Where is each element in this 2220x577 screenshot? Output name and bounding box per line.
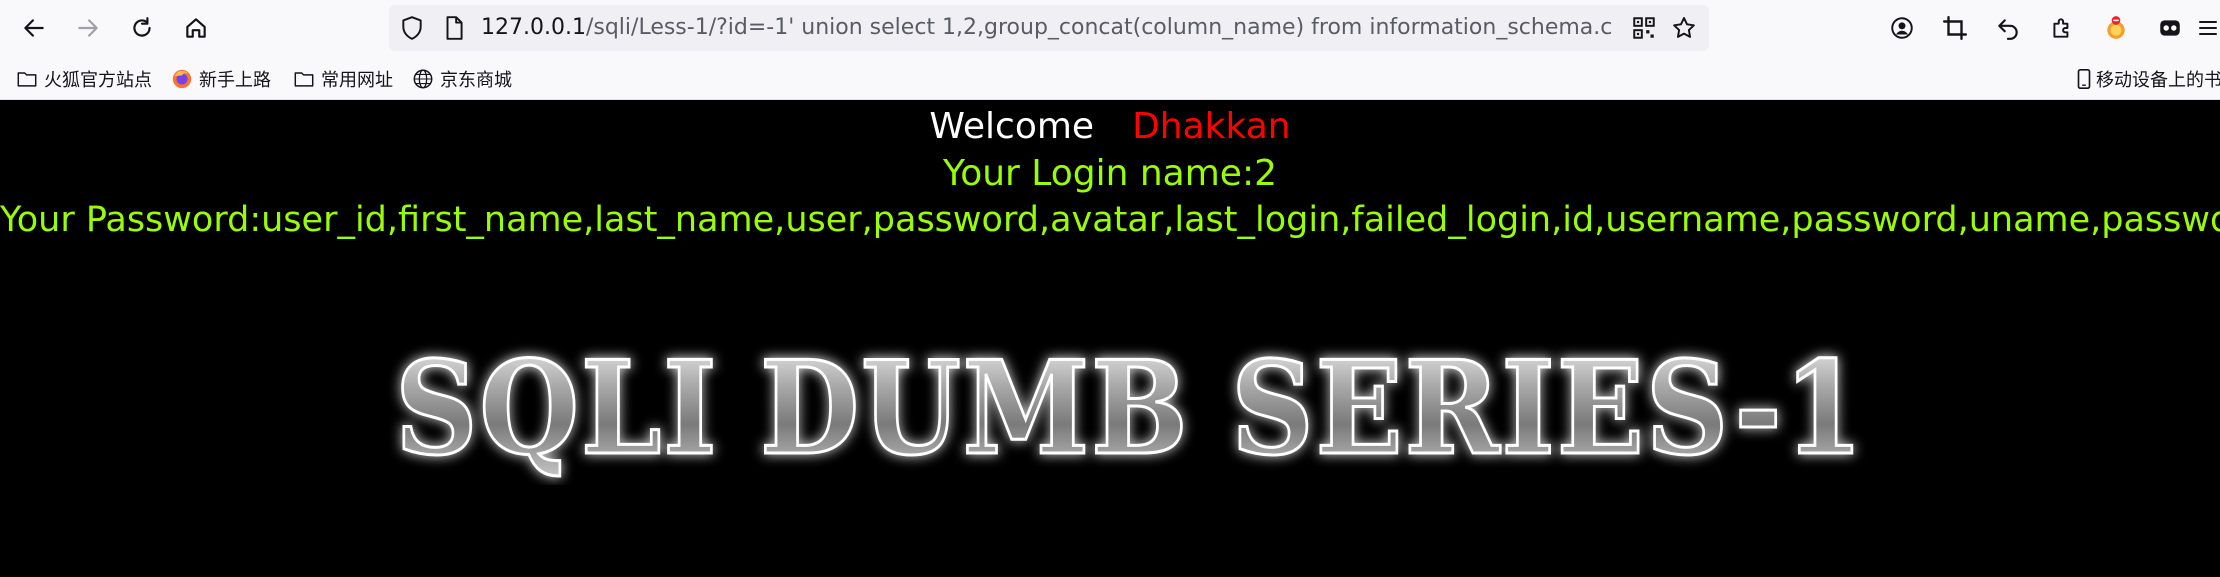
address-bar[interactable]: 127.0.0.1/sqli/Less-1/?id=-1' union sele… bbox=[389, 5, 1709, 51]
menu-icon bbox=[2199, 21, 2217, 35]
page-icon[interactable] bbox=[441, 15, 467, 41]
home-icon bbox=[186, 18, 206, 38]
screenshot-button[interactable] bbox=[1935, 8, 1975, 48]
qr-code-icon[interactable] bbox=[1631, 15, 1657, 41]
url-host: 127.0.0.1 bbox=[481, 15, 586, 40]
url-text[interactable]: 127.0.0.1/sqli/Less-1/?id=-1' union sele… bbox=[481, 5, 1611, 51]
crop-icon bbox=[1942, 15, 1968, 41]
undo-button[interactable] bbox=[1988, 8, 2028, 48]
shield-icon[interactable] bbox=[399, 15, 425, 41]
welcome-line: Welcome Dhakkan bbox=[0, 106, 2220, 147]
bookmark-label: 京东商城 bbox=[440, 70, 512, 91]
puzzle-icon bbox=[2053, 18, 2069, 38]
undo-icon bbox=[1998, 19, 2018, 40]
sqli-dumb-series-banner: SQLI DUMB SERIES-1 bbox=[394, 333, 1865, 486]
firefox-icon bbox=[171, 68, 193, 90]
bookmark-label: 火狐官方站点 bbox=[44, 70, 152, 91]
extension-mask-button[interactable] bbox=[2150, 8, 2190, 48]
browser-toolbar: 127.0.0.1/sqli/Less-1/?id=-1' union sele… bbox=[0, 0, 2220, 56]
login-name-line: Your Login name:2 bbox=[943, 153, 1277, 194]
folder-icon bbox=[16, 68, 38, 90]
globe-icon bbox=[412, 68, 434, 90]
reload-button[interactable] bbox=[122, 8, 162, 48]
extension-fox-button[interactable] bbox=[2096, 8, 2136, 48]
mask-extension-icon bbox=[2160, 20, 2180, 36]
menu-button[interactable] bbox=[2196, 8, 2220, 48]
bookmark-label: 常用网址 bbox=[321, 70, 393, 91]
mobile-device-icon bbox=[2076, 68, 2092, 90]
forward-button[interactable] bbox=[68, 8, 108, 48]
back-button[interactable] bbox=[14, 8, 54, 48]
user-name: Dhakkan bbox=[1132, 106, 1291, 147]
welcome-text: Welcome bbox=[929, 106, 1095, 147]
star-icon[interactable] bbox=[1671, 15, 1697, 41]
bookmark-getting-started[interactable]: 新手上路 bbox=[171, 65, 271, 93]
password-line: Your Password:user_id,first_name,last_na… bbox=[0, 200, 2220, 240]
fox-extension-icon bbox=[2107, 16, 2125, 39]
mobile-bookmarks-label: 移动设备上的书 bbox=[2096, 70, 2220, 91]
extensions-button[interactable] bbox=[2042, 8, 2082, 48]
reload-icon bbox=[133, 17, 151, 37]
bookmark-label: 新手上路 bbox=[199, 70, 271, 91]
arrow-right-icon bbox=[78, 19, 98, 37]
account-icon bbox=[1891, 17, 1913, 39]
home-button[interactable] bbox=[176, 8, 216, 48]
account-button[interactable] bbox=[1882, 8, 1922, 48]
bookmark-firefox-official[interactable]: 火狐官方站点 bbox=[16, 65, 152, 93]
bookmark-jd-mall[interactable]: 京东商城 bbox=[412, 65, 512, 93]
folder-icon bbox=[293, 68, 315, 90]
arrow-left-icon bbox=[24, 19, 44, 37]
url-path: /sqli/Less-1/?id=-1' union select 1,2,gr… bbox=[585, 15, 1611, 40]
mobile-bookmarks[interactable]: 移动设备上的书 bbox=[2076, 65, 2220, 93]
bookmark-common-sites[interactable]: 常用网址 bbox=[293, 65, 393, 93]
svg-text:SQLI DUMB SERIES-1: SQLI DUMB SERIES-1 bbox=[395, 334, 1865, 484]
